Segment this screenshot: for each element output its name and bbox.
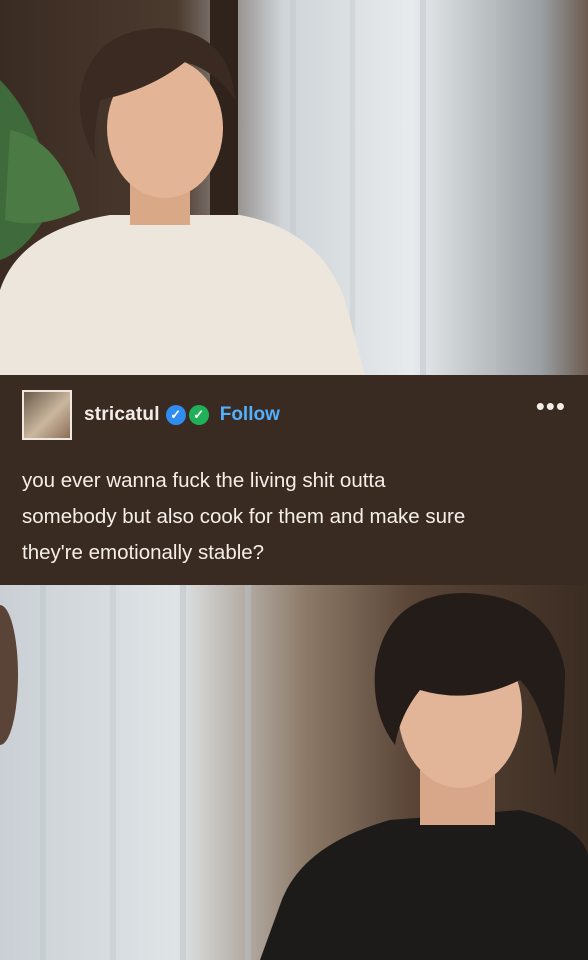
post-text: you ever wanna fuck the living shit outt… — [22, 463, 566, 571]
foreground-blur — [0, 605, 18, 745]
post-text-line: they're emotionally stable? — [22, 541, 265, 564]
top-photo-scene — [0, 0, 496, 375]
person-shirt — [260, 810, 588, 960]
post-header: stricatul ✓ ✓ Follow ••• — [22, 390, 566, 440]
bottom-photo — [0, 585, 588, 960]
username[interactable]: stricatul — [84, 404, 160, 426]
plant-leaf — [5, 130, 80, 224]
more-options-icon[interactable]: ••• — [536, 393, 566, 419]
green-check-badge-icon: ✓ — [188, 405, 209, 425]
follow-button[interactable]: Follow — [220, 404, 280, 426]
top-photo — [0, 0, 588, 375]
blue-check-badge-icon: ✓ — [165, 405, 186, 425]
post-text-line: you ever wanna fuck the living shit outt… — [22, 469, 386, 492]
avatar[interactable] — [22, 390, 72, 440]
person-sweater — [0, 215, 365, 375]
tumblr-post: stricatul ✓ ✓ Follow ••• you ever wanna … — [0, 375, 588, 585]
post-text-line: somebody but also cook for them and make… — [22, 505, 466, 528]
bottom-photo-scene — [0, 585, 588, 960]
